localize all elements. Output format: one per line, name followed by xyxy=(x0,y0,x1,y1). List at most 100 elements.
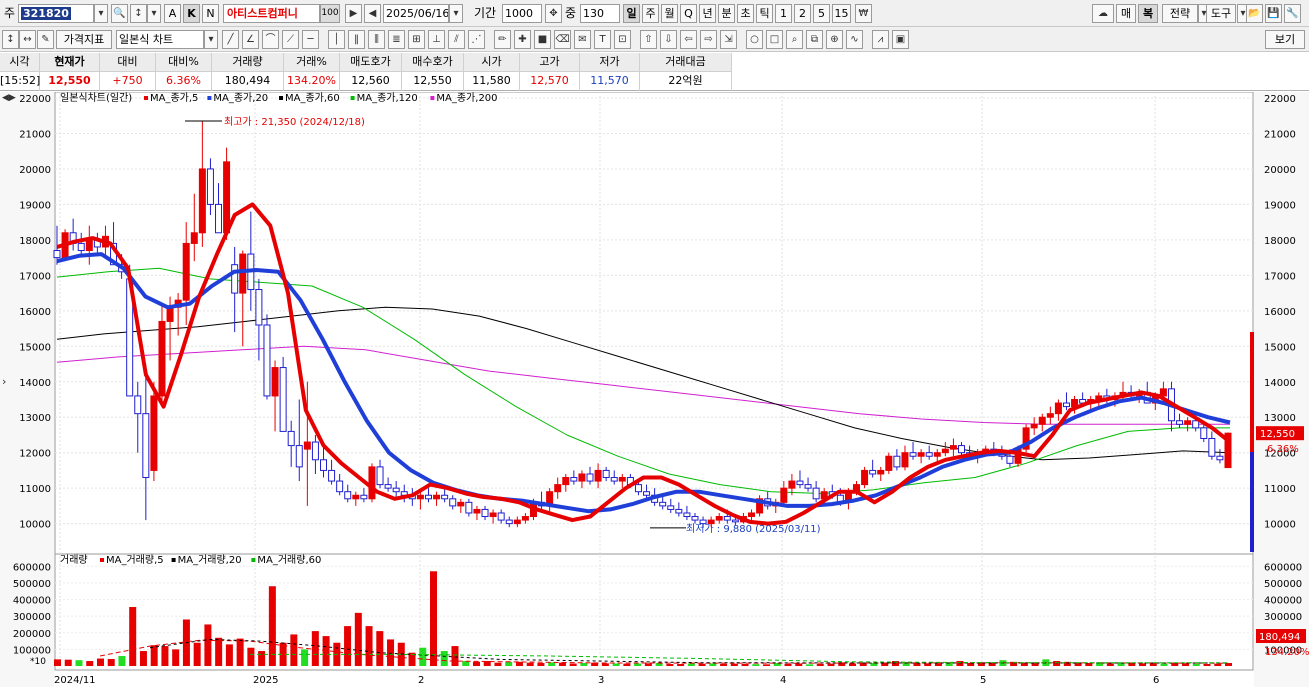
candle-body xyxy=(554,484,562,493)
copy-button[interactable]: 복 xyxy=(1138,4,1158,23)
period-button-10[interactable]: 5 xyxy=(813,4,830,23)
chart-type-select[interactable]: 일본식 차트 xyxy=(116,30,204,49)
volume-tick-right: 400000 xyxy=(1264,596,1302,607)
drag-icon[interactable]: ✥ xyxy=(545,4,562,23)
fibo-time-icon[interactable]: ⫼ xyxy=(368,30,385,49)
up-icon[interactable]: ⇧ xyxy=(640,30,657,49)
text-icon[interactable]: T xyxy=(594,30,611,49)
tools-button[interactable]: 도구 xyxy=(1206,4,1236,23)
period-input[interactable]: 1000 xyxy=(502,4,542,23)
period-button-7[interactable]: 틱 xyxy=(756,4,773,23)
magnifier-icon[interactable]: ⌕ xyxy=(786,30,803,49)
buy-button[interactable]: 매 xyxy=(1116,4,1136,23)
fibo-retrace-icon[interactable]: ≣ xyxy=(388,30,405,49)
next-arrow-icon[interactable]: ▶ xyxy=(345,4,362,23)
candle-body xyxy=(295,445,303,468)
arc-tool-icon[interactable]: ⌒ xyxy=(262,30,279,49)
period-button-3[interactable]: Q xyxy=(680,4,697,23)
circle-icon[interactable]: ○ xyxy=(746,30,763,49)
volume-bar xyxy=(86,661,94,666)
filter-k-button[interactable]: K xyxy=(183,4,200,23)
strategy-button[interactable]: 전략 xyxy=(1162,4,1198,23)
crosshair-icon[interactable]: ⊕ xyxy=(826,30,843,49)
chart-type-dropdown-icon[interactable]: ▾ xyxy=(204,30,218,49)
volume-bar xyxy=(344,626,352,666)
parallel-icon[interactable]: ⫽ xyxy=(448,30,465,49)
candle-body xyxy=(150,395,158,471)
chart-settings-icon[interactable]: ₩ xyxy=(855,4,872,23)
eraser-icon[interactable]: ⌫ xyxy=(554,30,571,49)
line-tool-icon[interactable]: ╱ xyxy=(222,30,239,49)
volume-bar xyxy=(580,663,588,666)
edit-icon[interactable]: ✎ xyxy=(37,30,54,49)
view-button[interactable]: 보기 xyxy=(1265,30,1305,49)
horizontal-expand-icon[interactable]: ↔ xyxy=(19,30,36,49)
period-button-6[interactable]: 초 xyxy=(737,4,754,23)
channel-icon[interactable]: ⋰ xyxy=(468,30,485,49)
period-button-2[interactable]: 월 xyxy=(661,4,678,23)
wave-icon[interactable]: ∿ xyxy=(846,30,863,49)
price-tick-left: 11000 xyxy=(19,484,51,495)
price-tick-left: 20000 xyxy=(19,165,51,176)
candle-body xyxy=(279,367,287,432)
vline-tool-icon[interactable]: │ xyxy=(328,30,345,49)
rect-icon[interactable]: □ xyxy=(766,30,783,49)
code-dropdown-icon[interactable]: ▾ xyxy=(94,4,108,23)
period-button-1[interactable]: 주 xyxy=(642,4,659,23)
period-button-0[interactable]: 일 xyxy=(623,4,640,23)
multi-vline-icon[interactable]: ‖ xyxy=(348,30,365,49)
candle-body xyxy=(731,519,739,523)
legend-item: MA_종가,60 xyxy=(285,92,340,104)
sort-dropdown-icon[interactable]: ▾ xyxy=(147,4,161,23)
gann-icon[interactable]: ⊞ xyxy=(408,30,425,49)
tri-wave-icon[interactable]: ⩘ xyxy=(872,30,889,49)
color-icon[interactable]: ■ xyxy=(534,30,551,49)
volume-legend-title: 거래량 xyxy=(60,554,88,566)
period-button-8[interactable]: 1 xyxy=(775,4,792,23)
quote-header: 대비 xyxy=(100,53,156,72)
calendar-dropdown-icon[interactable]: ▾ xyxy=(449,4,463,23)
left-icon[interactable]: ⇦ xyxy=(680,30,697,49)
prev-arrow-icon[interactable]: ◀ xyxy=(364,4,381,23)
cycle-icon[interactable]: ⊥ xyxy=(428,30,445,49)
stock-chart[interactable]: ›◀▶10000 1000011000 1100012000 1200013000 13… xyxy=(0,91,1309,687)
period-button-4[interactable]: 년 xyxy=(699,4,716,23)
layers-icon[interactable]: ⧉ xyxy=(806,30,823,49)
fan-tool-icon[interactable]: ⟋ xyxy=(282,30,299,49)
stock-code-input[interactable]: 321820 xyxy=(18,4,94,23)
sort-icon[interactable]: ↕ xyxy=(130,4,147,23)
open-folder-icon[interactable]: 📂 xyxy=(1246,4,1263,23)
price-tick-left: 22000 xyxy=(19,94,51,105)
photo-icon[interactable]: ▣ xyxy=(892,30,909,49)
price-tick-right: 22000 xyxy=(1264,94,1296,105)
down-icon[interactable]: ⇩ xyxy=(660,30,677,49)
wrench-icon[interactable]: 🔧 xyxy=(1284,4,1301,23)
period-button-5[interactable]: 분 xyxy=(718,4,735,23)
search-icon[interactable]: 🔍 xyxy=(111,4,128,23)
volume-bar xyxy=(687,663,695,666)
angle-tool-icon[interactable]: ∠ xyxy=(242,30,259,49)
vertical-expand-icon[interactable]: ↕ xyxy=(2,30,19,49)
period-button-11[interactable]: 15 xyxy=(832,4,851,23)
date-input[interactable]: 2025/06/16 xyxy=(383,4,449,23)
right-icon[interactable]: ⇨ xyxy=(700,30,717,49)
export-icon[interactable]: ⇲ xyxy=(720,30,737,49)
chart-area[interactable]: › ◀▶ 10000 10000 11000 11000 12000 12000 13000 13… xyxy=(0,91,1309,687)
candle-body xyxy=(804,484,812,489)
pencil-icon[interactable]: ✏ xyxy=(494,30,511,49)
save-icon[interactable]: 💾 xyxy=(1265,4,1282,23)
indicator-select[interactable]: 가격지표 xyxy=(56,30,112,49)
volume-tick-left: 400000 xyxy=(13,596,51,607)
hline-tool-icon[interactable]: ─ xyxy=(302,30,319,49)
price-tick-left: 10000 xyxy=(19,520,51,531)
zoom-input[interactable]: 130 xyxy=(580,4,620,23)
note-icon[interactable]: ✉ xyxy=(574,30,591,49)
filter-a-button[interactable]: A xyxy=(164,4,181,23)
cloud-icon[interactable]: ☁ xyxy=(1092,4,1114,23)
zoom-area-icon[interactable]: ⊡ xyxy=(614,30,631,49)
filter-n-button[interactable]: N xyxy=(202,4,219,23)
cross-icon[interactable]: ✚ xyxy=(514,30,531,49)
candle-body xyxy=(303,441,311,450)
candle-body xyxy=(336,480,344,493)
period-button-9[interactable]: 2 xyxy=(794,4,811,23)
